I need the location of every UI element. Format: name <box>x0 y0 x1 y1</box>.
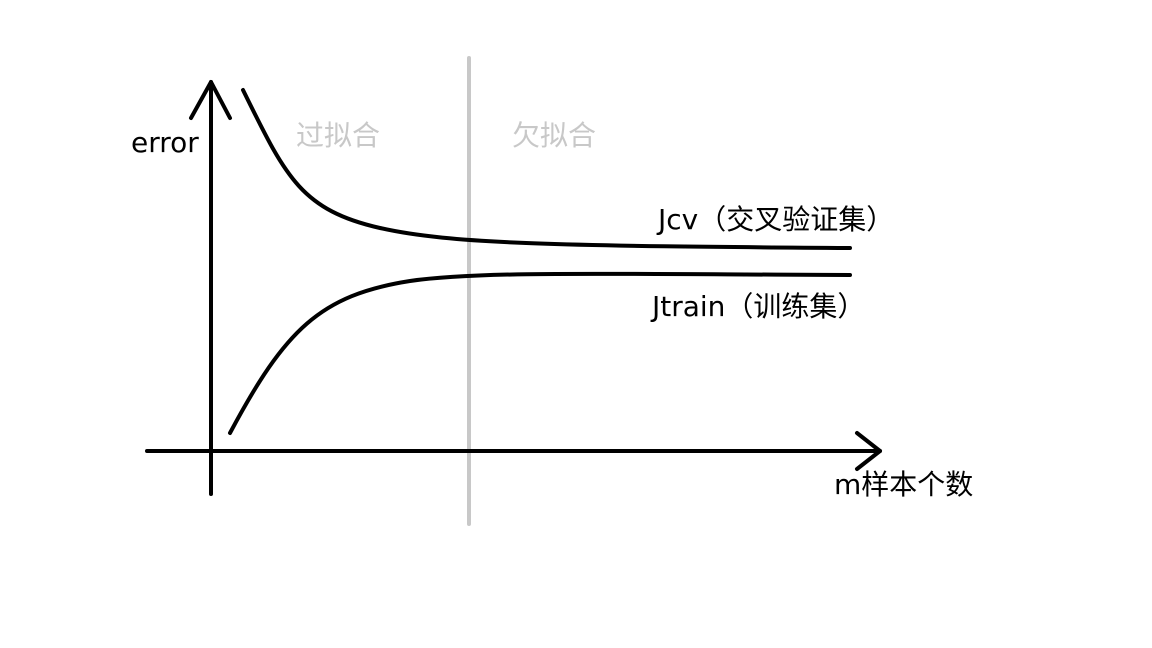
underfitting-region-label: 欠拟合 <box>512 119 596 152</box>
overfitting-region-label: 过拟合 <box>296 119 380 152</box>
cv-curve-label: Jcv（交叉验证集） <box>656 203 894 236</box>
x-axis-label: m样本个数 <box>834 468 973 501</box>
train-curve-label: Jtrain（训练集） <box>650 290 865 323</box>
y-axis-label: error <box>131 126 199 159</box>
learning-curve-diagram: error 过拟合 欠拟合 Jcv（交叉验证集） Jtrain（训练集） m样本… <box>131 56 973 526</box>
